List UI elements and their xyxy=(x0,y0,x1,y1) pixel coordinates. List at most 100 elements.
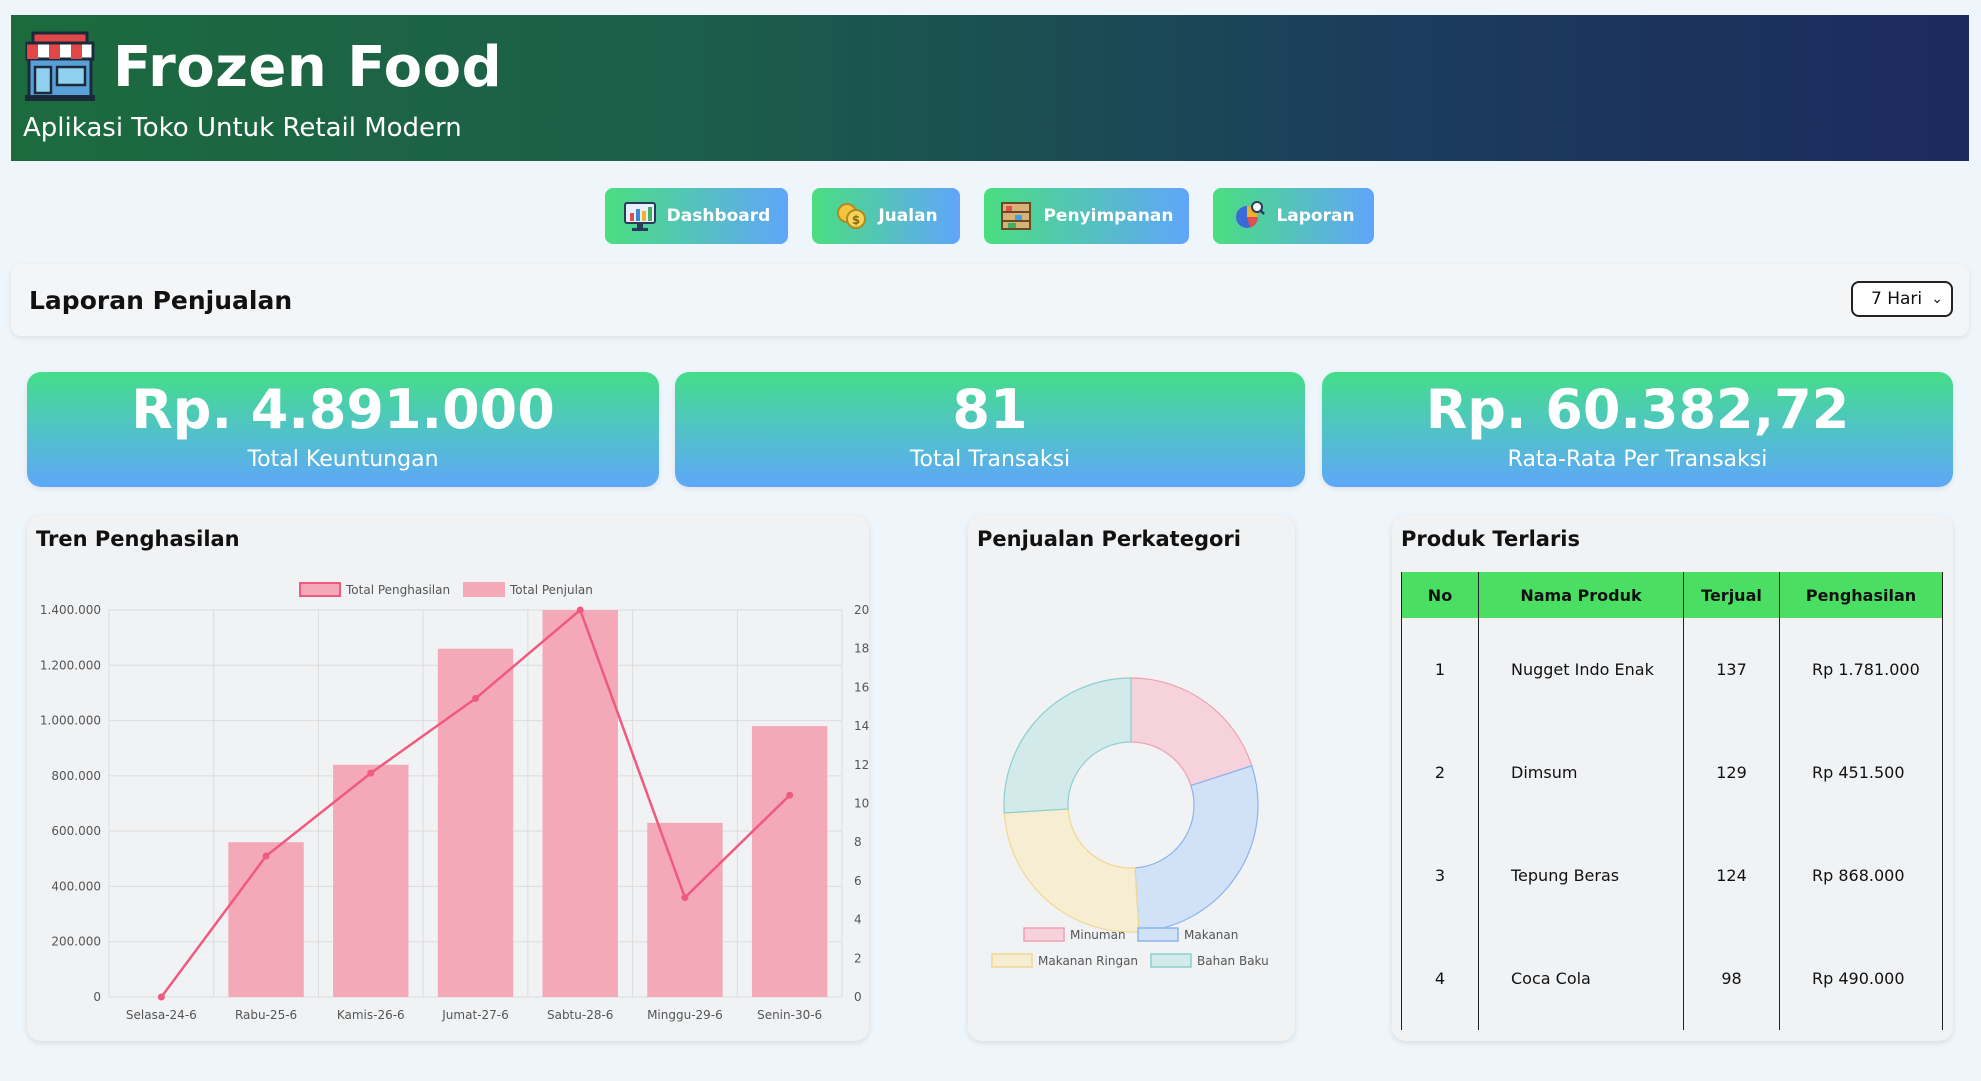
bar-total-penjulan xyxy=(542,610,618,997)
line-point xyxy=(472,694,479,702)
line-point xyxy=(576,606,584,614)
stat-card-total-transaksi: 81 Total Transaksi xyxy=(675,372,1305,487)
cell-sold: 137 xyxy=(1683,618,1780,721)
top-products-table: No Nama Produk Terjual Penghasilan 1 Nug… xyxy=(1401,572,1943,1030)
y-tick-label-right: 6 xyxy=(854,874,862,888)
x-tick-label: Jumat-27-6 xyxy=(441,1008,508,1022)
donut-slice xyxy=(1003,808,1140,933)
legend-label: Makanan xyxy=(1184,928,1238,942)
nav-dashboard-label: Dashboard xyxy=(666,206,771,226)
stat-label: Total Keuntungan xyxy=(247,447,439,472)
top-products-title: Produk Terlaris xyxy=(1401,527,1580,551)
table-row: 1 Nugget Indo Enak 137 Rp 1.781.000 xyxy=(1401,618,1943,721)
coins-icon: $ xyxy=(837,203,867,229)
nav-dashboard-button[interactable]: Dashboard xyxy=(605,188,788,244)
y-tick-label-right: 4 xyxy=(854,913,862,927)
legend-swatch xyxy=(1150,953,1192,968)
line-point xyxy=(262,852,270,860)
y-tick-label-right: 2 xyxy=(854,951,862,965)
table-row: 4 Coca Cola 98 Rp 490.000 xyxy=(1401,927,1943,1030)
nav-penyimpanan-button[interactable]: Penyimpanan xyxy=(984,188,1189,244)
cell-revenue: Rp 868.000 xyxy=(1779,824,1943,927)
legend-label: Total Penghasilan xyxy=(345,583,450,597)
stat-card-rata-rata: Rp. 60.382,72 Rata-Rata Per Transaksi xyxy=(1322,372,1953,487)
stat-value: 81 xyxy=(952,378,1028,441)
y-tick-label-left: 400.000 xyxy=(51,879,101,893)
x-tick-label: Selasa-24-6 xyxy=(126,1008,197,1022)
stat-value: Rp. 4.891.000 xyxy=(131,378,555,441)
legend-label: Total Penjulan xyxy=(509,583,593,597)
chevron-down-icon: ⌄ xyxy=(1931,291,1943,307)
trend-panel: Tren Penghasilan 0 200.000 400.000 600.000 8… xyxy=(27,515,869,1041)
cell-revenue: Rp 490.000 xyxy=(1779,927,1943,1030)
top-products-panel: Produk Terlaris No Nama Produk Terjual P… xyxy=(1392,515,1953,1041)
x-tick-label: Rabu-25-6 xyxy=(235,1008,297,1022)
cell-revenue: Rp 451.500 xyxy=(1779,721,1943,824)
analytics-report-icon xyxy=(1236,201,1266,228)
y-tick-label-right: 8 xyxy=(854,835,862,849)
stat-label: Total Transaksi xyxy=(909,447,1071,472)
bar-total-penjulan xyxy=(751,726,828,997)
period-select[interactable]: 7 Hari ⌄ xyxy=(1851,281,1953,317)
cell-sold: 124 xyxy=(1683,824,1780,927)
x-tick-label: Senin-30-6 xyxy=(757,1008,822,1022)
y-tick-label-left: 200.000 xyxy=(51,935,101,949)
bar-total-penjulan xyxy=(333,764,409,997)
cell-no: 3 xyxy=(1401,824,1479,927)
cell-product-name: Nugget Indo Enak xyxy=(1478,618,1684,721)
stat-value: Rp. 60.382,72 xyxy=(1425,378,1850,441)
y-tick-label-left: 600.000 xyxy=(51,824,101,838)
nav-laporan-label: Laporan xyxy=(1276,206,1355,226)
col-header-nama-produk: Nama Produk xyxy=(1478,572,1684,618)
legend-label: Bahan Baku xyxy=(1197,954,1269,968)
cell-revenue: Rp 1.781.000 xyxy=(1779,618,1943,721)
category-donut-chart: Minuman Makanan Makanan Ringan Bahan Baku xyxy=(991,677,1269,968)
line-point xyxy=(786,791,794,799)
table-header-row: No Nama Produk Terjual Penghasilan xyxy=(1401,572,1943,618)
y-tick-label-left: 0 xyxy=(93,990,101,1004)
y-tick-label-right: 10 xyxy=(854,797,869,811)
bar-total-penjulan xyxy=(228,842,304,997)
table-row: 2 Dimsum 129 Rp 451.500 xyxy=(1401,721,1943,824)
y-tick-label-right: 14 xyxy=(854,719,869,733)
report-header-bar: Laporan Penjualan 7 Hari ⌄ xyxy=(11,264,1969,336)
trend-chart: 0 200.000 400.000 600.000 800.000 1.000.000 1.… xyxy=(40,582,869,1022)
y-tick-label-right: 12 xyxy=(854,758,869,772)
main-nav: Dashboard $ Jualan Penyimpanan Laporan xyxy=(0,188,1981,244)
storefront-logo-icon xyxy=(25,31,95,101)
category-panel: Penjualan Perkategori Minuman Makanan Maka… xyxy=(968,515,1295,1041)
stat-card-total-keuntungan: Rp. 4.891.000 Total Keuntungan xyxy=(27,372,659,487)
nav-jualan-button[interactable]: $ Jualan xyxy=(812,188,960,244)
app-header: Frozen Food Aplikasi Toko Untuk Retail M… xyxy=(11,15,1969,161)
x-tick-label: Sabtu-28-6 xyxy=(547,1008,613,1022)
cell-no: 2 xyxy=(1401,721,1479,824)
nav-jualan-label: Jualan xyxy=(878,206,938,226)
nav-laporan-button[interactable]: Laporan xyxy=(1213,188,1374,244)
col-header-penghasilan: Penghasilan xyxy=(1779,572,1943,618)
line-point xyxy=(681,893,689,901)
donut-slice xyxy=(1134,764,1259,933)
cell-sold: 98 xyxy=(1683,927,1780,1030)
monitor-chart-icon xyxy=(623,202,656,231)
cell-product-name: Tepung Beras xyxy=(1478,824,1684,927)
stat-label: Rata-Rata Per Transaksi xyxy=(1507,447,1768,472)
legend-swatch xyxy=(991,953,1033,968)
cell-no: 4 xyxy=(1401,927,1479,1030)
line-point xyxy=(367,769,375,777)
legend-swatch xyxy=(1023,927,1065,942)
legend-swatch xyxy=(1137,927,1179,942)
x-tick-label: Minggu-29-6 xyxy=(647,1008,723,1022)
nav-penyimpanan-label: Penyimpanan xyxy=(1043,206,1174,226)
cell-sold: 129 xyxy=(1683,721,1780,824)
y-tick-label-left: 1.200.000 xyxy=(40,658,101,672)
legend-swatch xyxy=(299,582,341,597)
cell-product-name: Dimsum xyxy=(1478,721,1684,824)
table-row: 3 Tepung Beras 124 Rp 868.000 xyxy=(1401,824,1943,927)
svg-text:$: $ xyxy=(852,213,860,227)
y-tick-label-right: 16 xyxy=(854,680,869,694)
report-title: Laporan Penjualan xyxy=(29,286,293,315)
legend-label: Makanan Ringan xyxy=(1038,954,1138,968)
line-point xyxy=(157,993,165,1001)
donut-slice xyxy=(1003,677,1132,814)
cell-product-name: Coca Cola xyxy=(1478,927,1684,1030)
